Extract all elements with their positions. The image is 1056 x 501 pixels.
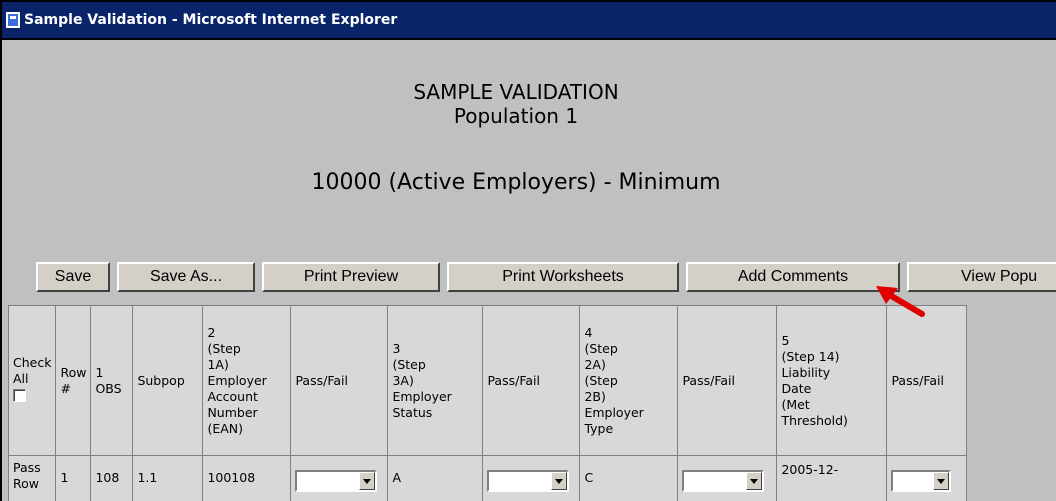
pass-fail-select-3[interactable]	[682, 470, 765, 492]
ean-header-label: 2 (Step 1A) Employer Account Number (EAN…	[207, 324, 267, 436]
row-number-header-label: Row #	[60, 364, 87, 396]
ean-cell: 100108	[203, 456, 292, 501]
obs-cell: 108	[91, 456, 134, 501]
row-number-cell: 1	[56, 456, 92, 501]
subpop-cell: 1.1	[133, 456, 204, 501]
save-as-button[interactable]: Save As...	[117, 262, 255, 292]
page-content: SAMPLE VALIDATION Population 1 10000 (Ac…	[2, 40, 1056, 501]
pass-fail-header-2-label: Pass/Fail	[487, 372, 540, 388]
pass-fail-header-1: Pass/Fail	[291, 306, 389, 456]
check-all-checkbox[interactable]	[13, 389, 26, 402]
employer-type-cell: C	[580, 456, 679, 501]
window-title: Sample Validation - Microsoft Internet E…	[24, 12, 398, 28]
sample-validation-table: Check All Row # 1 OBS Subpop 2 (Step 1A)…	[8, 305, 968, 501]
title-bar: Sample Validation - Microsoft Internet E…	[2, 2, 1056, 40]
pass-fail-cell-4	[887, 456, 968, 501]
liability-date-header-label: 5 (Step 14) Liability Date (Met Threshol…	[781, 332, 848, 428]
print-preview-button[interactable]: Print Preview	[262, 262, 440, 292]
chevron-down-icon[interactable]	[359, 472, 376, 490]
pass-fail-header-2: Pass/Fail	[483, 306, 581, 456]
red-arrow-icon	[876, 286, 925, 317]
liability-date-cell: 2005-12-	[777, 456, 888, 501]
chevron-down-icon[interactable]	[933, 472, 950, 490]
subpop-header-label: Subpop	[137, 372, 185, 388]
obs-header: 1 OBS	[91, 306, 134, 456]
liability-date-header: 5 (Step 14) Liability Date (Met Threshol…	[777, 306, 888, 456]
employer-type-header-label: 4 (Step 2A) (Step 2B) Employer Type	[584, 324, 644, 436]
page-title: SAMPLE VALIDATION	[413, 80, 619, 104]
pass-row-cell: Pass Row	[9, 456, 57, 501]
pass-fail-header-4: Pass/Fail	[887, 306, 968, 456]
save-button[interactable]: Save	[36, 262, 110, 292]
pass-fail-select-4[interactable]	[891, 470, 952, 492]
obs-header-label: 1 OBS	[95, 364, 122, 396]
browser-window: Sample Validation - Microsoft Internet E…	[0, 0, 1056, 501]
pass-fail-header-1-label: Pass/Fail	[295, 372, 348, 388]
employer-status-header-label: 3 (Step 3A) Employer Status	[392, 340, 452, 420]
employer-status-header: 3 (Step 3A) Employer Status	[388, 306, 484, 456]
table-header-row: Check All Row # 1 OBS Subpop 2 (Step 1A)…	[9, 306, 968, 456]
pass-fail-cell-1	[291, 456, 389, 501]
ean-header: 2 (Step 1A) Employer Account Number (EAN…	[203, 306, 292, 456]
employer-status-cell: A	[388, 456, 484, 501]
pass-fail-cell-3	[678, 456, 778, 501]
subpop-header: Subpop	[133, 306, 204, 456]
pass-fail-select-2[interactable]	[487, 470, 570, 492]
employer-type-header: 4 (Step 2A) (Step 2B) Employer Type	[580, 306, 679, 456]
population-subheading: 10000 (Active Employers) - Minimum	[311, 170, 721, 195]
population-label: Population 1	[453, 104, 579, 128]
chevron-down-icon[interactable]	[551, 472, 568, 490]
print-worksheets-button[interactable]: Print Worksheets	[447, 262, 679, 292]
pass-row-label: Pass Row	[13, 460, 41, 491]
add-comments-button[interactable]: Add Comments	[686, 262, 900, 292]
pass-fail-header-4-label: Pass/Fail	[891, 372, 944, 388]
pass-fail-header-3-label: Pass/Fail	[682, 372, 735, 388]
check-all-header: Check All	[9, 306, 57, 456]
chevron-down-icon[interactable]	[746, 472, 763, 490]
internet-explorer-icon	[6, 12, 20, 28]
page-heading: SAMPLE VALIDATION Population 1	[2, 80, 1030, 128]
table-row: Pass Row 1 108 1.1 100108 A C 2005-12-	[9, 456, 968, 501]
pass-fail-select-1[interactable]	[295, 470, 378, 492]
pass-fail-cell-2	[483, 456, 581, 501]
row-number-header: Row #	[56, 306, 92, 456]
check-all-label: Check All	[13, 355, 52, 386]
pass-fail-header-3: Pass/Fail	[678, 306, 778, 456]
